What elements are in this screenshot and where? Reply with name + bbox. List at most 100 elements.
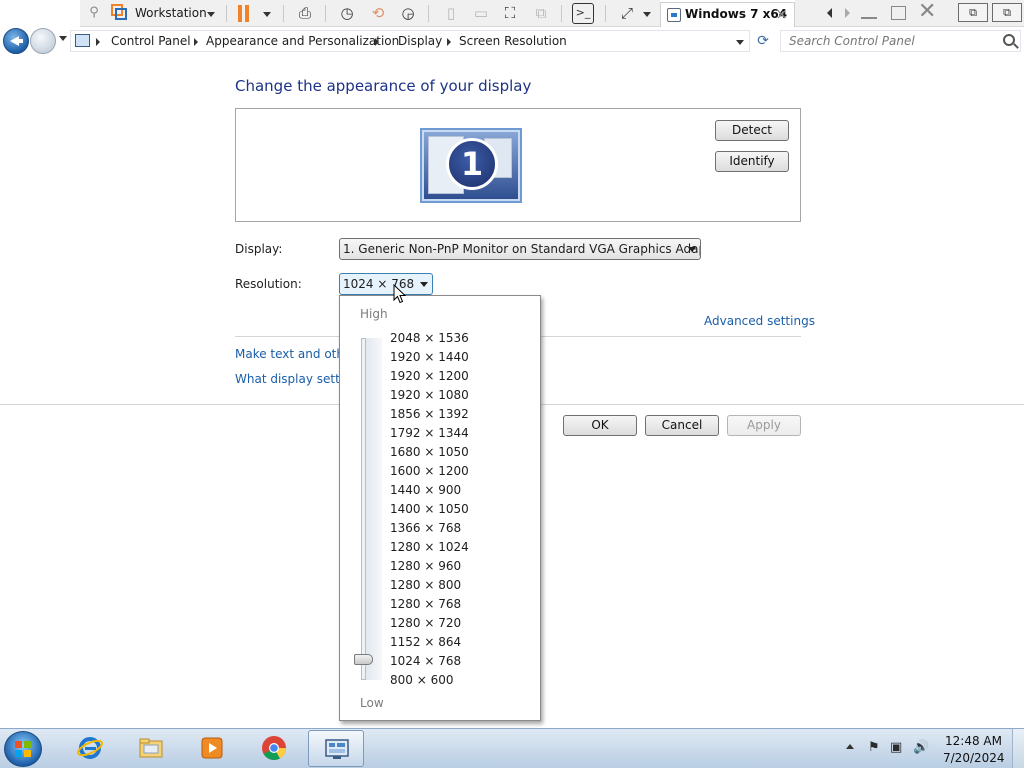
show-desktop-button[interactable] [1012, 729, 1024, 768]
taskbar-internet-explorer[interactable] [62, 730, 118, 767]
clock-time[interactable]: 12:48 AM [945, 734, 1002, 748]
resolution-option[interactable]: 2048 × 1536 [390, 329, 469, 348]
resolution-option[interactable]: 1280 × 1024 [390, 538, 469, 557]
taskbar-explorer[interactable] [123, 730, 179, 767]
resolution-option[interactable]: 1680 × 1050 [390, 443, 469, 462]
slider-track-gradient [366, 338, 382, 680]
send-ctrl-alt-del-icon[interactable]: ⎙ [295, 3, 315, 23]
workstation-menu[interactable]: Workstation [135, 6, 207, 20]
show-hidden-icons-chevron-up-icon[interactable] [846, 744, 854, 749]
high-label: High [360, 307, 388, 321]
resolution-option[interactable]: 800 × 600 [390, 671, 454, 690]
media-player-icon [201, 737, 223, 759]
resolution-dropdown-panel[interactable]: High 2048 × 1536 1920 × 1440 1920 × 1200 19… [339, 295, 541, 721]
fullscreen-icon[interactable]: ⛶ [500, 3, 520, 23]
taskbar-media-player[interactable] [184, 730, 240, 767]
power-menu-chevron-down-icon[interactable] [263, 12, 271, 17]
refresh-icon[interactable]: ⟳ [753, 31, 773, 51]
pause-icon-bar[interactable] [238, 5, 242, 22]
forward-button[interactable] [30, 28, 56, 54]
close-window-icon[interactable]: ✕ [918, 1, 936, 23]
resolution-slider-track[interactable] [361, 338, 366, 680]
vm-tab-windows7[interactable]: Windows 7 x64 × [660, 2, 795, 27]
breadcrumb-chevron-icon[interactable] [96, 38, 100, 46]
resolution-option[interactable]: 1792 × 1344 [390, 424, 469, 443]
breadcrumb-appearance[interactable]: Appearance and Personalization [206, 34, 399, 48]
display-select-value: 1. Generic Non-PnP Monitor on Standard V… [343, 242, 701, 256]
breadcrumb-screen-resolution[interactable]: Screen Resolution [459, 34, 567, 48]
monitor-1-icon[interactable]: 1 [420, 128, 522, 203]
snapshot-manager-icon[interactable]: ◶ [398, 3, 418, 23]
breadcrumb-control-panel[interactable]: Control Panel [111, 34, 191, 48]
resolution-option[interactable]: 1280 × 720 [390, 614, 461, 633]
sidebar-view-icon[interactable]: ▯ [441, 3, 461, 23]
view-menu-chevron-down-icon[interactable] [643, 12, 651, 17]
toolbar-divider [226, 5, 227, 22]
address-history-chevron-down-icon[interactable] [736, 40, 744, 45]
resolution-option[interactable]: 1366 × 768 [390, 519, 461, 538]
taskbar-chrome[interactable] [246, 730, 302, 767]
resolution-option[interactable]: 1856 × 1392 [390, 405, 469, 424]
vm-icon [667, 8, 681, 22]
pause-icon[interactable] [245, 5, 249, 22]
breadcrumb-chevron-icon[interactable] [194, 38, 198, 46]
cancel-button[interactable]: Cancel [645, 415, 719, 436]
resolution-option[interactable]: 1152 × 864 [390, 633, 461, 652]
volume-icon[interactable]: 🔊 [913, 741, 929, 755]
thumbnail-view-icon[interactable]: ▭ [471, 3, 491, 23]
minimize-icon[interactable] [861, 17, 877, 19]
toolbar-divider [325, 5, 326, 22]
advanced-settings-link[interactable]: Advanced settings [704, 314, 815, 328]
back-button[interactable] [3, 28, 29, 54]
restore-window-icon[interactable]: ⧉ [958, 3, 988, 22]
toolbar-divider [605, 5, 606, 22]
action-center-flag-icon[interactable]: ⚑ [868, 741, 880, 755]
display-select[interactable]: 1. Generic Non-PnP Monitor on Standard V… [339, 238, 701, 260]
resolution-slider-thumb[interactable] [354, 654, 373, 665]
search-input[interactable]: Search Control Panel [780, 30, 1021, 52]
resolution-select[interactable]: 1024 × 768 [339, 273, 433, 295]
unity-icon[interactable]: ⧉ [531, 3, 551, 23]
resolution-option[interactable]: 1400 × 1050 [390, 500, 469, 519]
breadcrumb-chevron-icon[interactable] [447, 38, 451, 46]
console-icon[interactable]: >_ [572, 3, 594, 24]
resolution-option[interactable]: 1280 × 960 [390, 557, 461, 576]
resolution-option[interactable]: 1280 × 768 [390, 595, 461, 614]
detect-button[interactable]: Detect [715, 120, 789, 141]
windows-logo-icon [15, 741, 31, 757]
breadcrumb[interactable]: Control Panel Appearance and Personaliza… [70, 30, 750, 52]
vmware-toolbar: ⚲ Workstation ⎙ ◷ ⟲ ◶ ▯ ▭ ⛶ ⧉ >_ ⤢ Windo… [0, 0, 1024, 27]
breadcrumb-chevron-icon[interactable] [375, 38, 379, 46]
resolution-option[interactable]: 1280 × 800 [390, 576, 461, 595]
resolution-option[interactable]: 1920 × 1200 [390, 367, 469, 386]
recent-pages-chevron-down-icon[interactable] [59, 36, 67, 41]
stretch-guest-icon[interactable]: ⤢ [617, 3, 637, 23]
workstation-menu-chevron-down-icon[interactable] [207, 12, 215, 17]
tab-scroll-right-icon[interactable] [845, 8, 850, 18]
maximize-icon[interactable] [891, 6, 906, 20]
snapshot-icon[interactable]: ◷ [337, 3, 357, 23]
restore-down-icon[interactable]: ⧉ [992, 3, 1022, 22]
tab-scroll-left-icon[interactable] [827, 8, 832, 18]
resolution-option[interactable]: 1920 × 1080 [390, 386, 469, 405]
taskbar: ⚑ ▣ 🔊 12:48 AM 7/20/2024 [0, 728, 1024, 768]
identify-button[interactable]: Identify [715, 151, 789, 172]
resolution-option[interactable]: 1440 × 900 [390, 481, 461, 500]
mouse-cursor-icon [393, 284, 407, 304]
resolution-option[interactable]: 1600 × 1200 [390, 462, 469, 481]
apply-button[interactable]: Apply [727, 415, 801, 436]
resolution-option[interactable]: 1024 × 768 [390, 652, 461, 671]
revert-snapshot-icon[interactable]: ⟲ [368, 3, 388, 23]
folder-icon [139, 738, 163, 758]
network-icon[interactable]: ▣ [890, 741, 902, 755]
close-tab-icon[interactable]: × [775, 5, 788, 23]
resolution-option[interactable]: 1920 × 1440 [390, 348, 469, 367]
start-button[interactable] [4, 731, 42, 767]
pin-icon[interactable]: ⚲ [84, 3, 104, 23]
control-panel-icon [325, 739, 349, 759]
taskbar-control-panel[interactable] [308, 730, 364, 767]
breadcrumb-display[interactable]: Display [398, 34, 442, 48]
ok-button[interactable]: OK [563, 415, 637, 436]
clock-date[interactable]: 7/20/2024 [943, 751, 1005, 765]
search-icon[interactable] [1003, 34, 1015, 46]
